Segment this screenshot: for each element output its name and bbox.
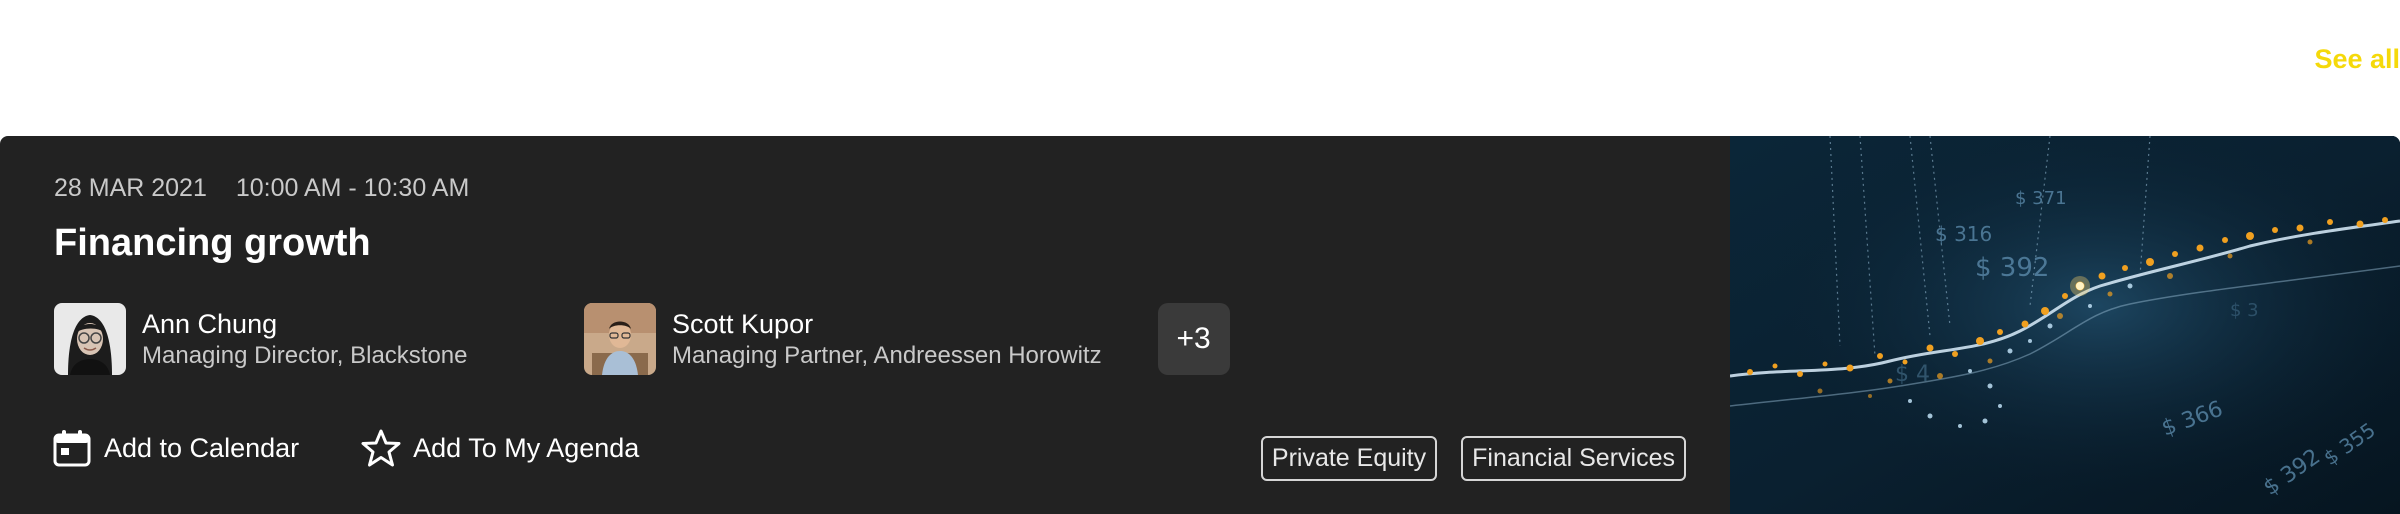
event-datetime: 28 MAR 2021 10:00 AM - 10:30 AM [54,174,469,203]
event-date: 28 MAR 2021 [54,174,207,202]
event-time: 10:00 AM - 10:30 AM [235,174,470,202]
event-actions: Add to Calendar Add To My Agenda [52,428,701,468]
see-all-link[interactable]: See all [2314,44,2400,75]
calendar-icon [52,428,92,468]
tag-private-equity[interactable]: Private Equity [1260,436,1438,481]
add-to-calendar-button[interactable]: Add to Calendar [52,428,299,468]
event-tags: Private Equity Financial Services [1237,436,1686,481]
star-icon [361,428,401,468]
speaker-avatar [54,303,126,375]
event-card[interactable]: 28 MAR 2021 10:00 AM - 10:30 AM Financin… [0,136,2400,514]
speaker-ann-chung[interactable]: Ann Chung Managing Director, Blackstone [54,303,528,375]
speaker-name: Ann Chung [142,309,278,339]
add-to-calendar-label: Add to Calendar [104,432,300,463]
add-to-agenda-button[interactable]: Add To My Agenda [361,428,639,468]
more-speakers-button[interactable]: +3 [1157,303,1230,375]
svg-text:$ 316: $ 316 [1935,222,1992,246]
event-title[interactable]: Financing growth [54,222,371,265]
svg-text:$ 3: $ 3 [2230,300,2259,321]
svg-text:$ 371: $ 371 [2015,188,2067,209]
svg-text:$ 392: $ 392 [1975,253,2049,283]
add-to-agenda-label: Add To My Agenda [413,432,640,463]
speaker-avatar [584,303,656,375]
event-details: 28 MAR 2021 10:00 AM - 10:30 AM Financin… [0,136,1730,514]
tag-financial-services[interactable]: Financial Services [1461,436,1686,481]
event-image: $ 316 $ 392 $ 371 $ 4 $ 366 $ 392 $ 355 … [1729,136,2400,514]
financial-chart-image: $ 316 $ 392 $ 371 $ 4 $ 366 $ 392 $ 355 … [1729,136,2400,514]
speaker-scott-kupor[interactable]: Scott Kupor Managing Partner, Andreessen… [584,303,1102,375]
speaker-role: Managing Director, Blackstone [142,342,468,369]
speaker-role: Managing Partner, Andreessen Horowitz [672,342,1102,369]
speaker-list: Ann Chung Managing Director, Blackstone [54,302,1230,376]
speaker-name: Scott Kupor [672,309,814,339]
